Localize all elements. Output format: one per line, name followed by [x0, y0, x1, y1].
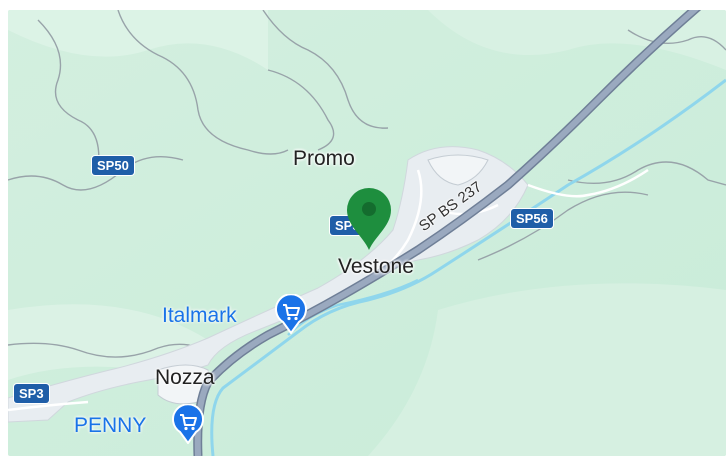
road-shield-sp3: SP3	[14, 384, 49, 403]
road-shield-sp50: SP50	[92, 156, 134, 175]
place-label-promo[interactable]: Promo	[293, 147, 355, 171]
location-pin-icon[interactable]	[343, 186, 395, 252]
road-shield-sp56-east: SP56	[511, 209, 553, 228]
poi-label-penny[interactable]: PENNY	[74, 414, 146, 438]
shopping-cart-icon[interactable]	[171, 404, 205, 444]
map-canvas[interactable]: SP50 SP56 SP56 SP3 SP BS 237 Promo Vesto…	[8, 10, 726, 456]
shopping-cart-icon[interactable]	[274, 294, 308, 334]
place-label-vestone[interactable]: Vestone	[338, 255, 414, 279]
poi-label-italmark[interactable]: Italmark	[162, 304, 237, 328]
place-label-nozza[interactable]: Nozza	[155, 366, 215, 390]
